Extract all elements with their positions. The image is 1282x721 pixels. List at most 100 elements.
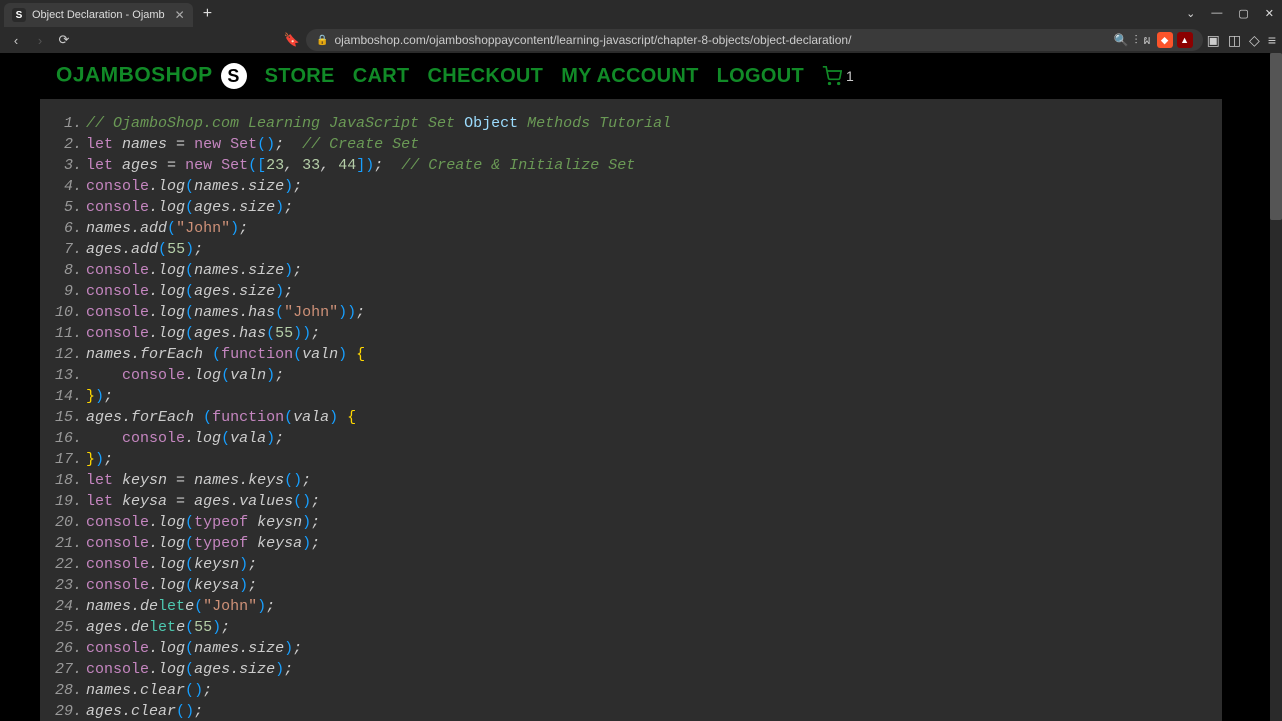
code-line: 1.// OjamboShop.com Learning JavaScript … [48,113,1214,134]
cart-widget[interactable]: 1 [822,66,854,86]
line-content: ages.forEach (function(vala) { [86,407,1214,428]
line-number: 22. [48,554,86,575]
browser-titlebar: S Object Declaration - Ojamb ✕ + ⌄ — ▢ ✕ [0,0,1282,27]
extension-triangle-icon[interactable]: ▲ [1177,32,1193,48]
line-number: 12. [48,344,86,365]
line-content: console.log(vala); [86,428,1214,449]
code-line: 17.}); [48,449,1214,470]
share-icon[interactable]: ⫶ [1135,33,1138,48]
line-number: 24. [48,596,86,617]
cart-count: 1 [846,68,854,84]
code-line: 5.console.log(ages.size); [48,197,1214,218]
line-number: 6. [48,218,86,239]
line-content: names.clear(); [86,680,1214,701]
brave-shield-icon[interactable]: ◆ [1157,32,1173,48]
line-number: 9. [48,281,86,302]
code-line: 22.console.log(keysn); [48,554,1214,575]
code-line: 13. console.log(valn); [48,365,1214,386]
back-button[interactable]: ‹ [6,30,26,50]
line-content: console.log(typeof keysn); [86,512,1214,533]
code-line: 21.console.log(typeof keysa); [48,533,1214,554]
page-scrollbar[interactable] [1270,53,1282,721]
rss-icon[interactable]: ผ [1144,31,1151,50]
code-line: 11.console.log(ages.has(55)); [48,323,1214,344]
code-line: 15.ages.forEach (function(vala) { [48,407,1214,428]
forward-button[interactable]: › [30,30,50,50]
line-content: names.forEach (function(valn) { [86,344,1214,365]
line-number: 17. [48,449,86,470]
reward-icon[interactable]: ◇ [1249,32,1260,49]
wallet-icon[interactable]: ◫ [1228,32,1241,49]
line-content: console.log(names.size); [86,260,1214,281]
bookmark-icon[interactable]: 🔖 [282,30,302,50]
address-bar[interactable]: 🔒 ojamboshop.com/ojamboshoppaycontent/le… [306,29,1203,51]
line-number: 11. [48,323,86,344]
code-line: 2.let names = new Set(); // Create Set [48,134,1214,155]
line-number: 18. [48,470,86,491]
scrollbar-thumb[interactable] [1270,53,1282,220]
line-content: ages.delete(55); [86,617,1214,638]
line-number: 23. [48,575,86,596]
line-number: 20. [48,512,86,533]
line-content: // OjamboShop.com Learning JavaScript Se… [86,113,1214,134]
extension-icons: ◆ ▲ [1157,32,1193,48]
tab-title: Object Declaration - Ojamb [32,9,165,21]
reload-button[interactable]: ⟳ [54,30,74,50]
line-content: console.log(names.has("John")); [86,302,1214,323]
line-content: console.log(ages.has(55)); [86,323,1214,344]
code-line: 3.let ages = new Set([23, 33, 44]); // C… [48,155,1214,176]
code-line: 10.console.log(names.has("John")); [48,302,1214,323]
line-number: 2. [48,134,86,155]
line-content: console.log(names.size); [86,638,1214,659]
line-content: ages.add(55); [86,239,1214,260]
close-icon[interactable]: ✕ [175,8,185,22]
line-content: console.log(valn); [86,365,1214,386]
nav-my-account[interactable]: MY ACCOUNT [561,65,698,88]
line-number: 5. [48,197,86,218]
line-number: 10. [48,302,86,323]
line-number: 28. [48,680,86,701]
chevron-down-icon[interactable]: ⌄ [1182,5,1199,22]
close-window-button[interactable]: ✕ [1261,5,1278,22]
line-number: 21. [48,533,86,554]
nav-store[interactable]: STORE [265,65,335,88]
line-number: 8. [48,260,86,281]
window-controls: ⌄ — ▢ ✕ [1182,5,1278,22]
nav-logout[interactable]: LOGOUT [717,65,804,88]
code-line: 14.}); [48,386,1214,407]
line-content: names.delete("John"); [86,596,1214,617]
code-line: 25.ages.delete(55); [48,617,1214,638]
nav-cart[interactable]: CART [353,65,410,88]
line-content: console.log(ages.size); [86,659,1214,680]
brand-name[interactable]: OJAMBOSHOP S [56,63,247,89]
line-content: let ages = new Set([23, 33, 44]); // Cre… [86,155,1214,176]
line-number: 3. [48,155,86,176]
line-content: console.log(keysa); [86,575,1214,596]
toolbar-right: ▣ ◫ ◇ ≡ [1207,32,1276,49]
line-number: 29. [48,701,86,721]
brand-text: OJAMBOSHOP [56,64,212,87]
browser-tab[interactable]: S Object Declaration - Ojamb ✕ [4,3,193,27]
sidepanel-icon[interactable]: ▣ [1207,32,1220,49]
code-block: 1.// OjamboShop.com Learning JavaScript … [40,99,1222,721]
brand-logo: S [221,63,247,89]
code-line: 29.ages.clear(); [48,701,1214,721]
nav-checkout[interactable]: CHECKOUT [427,65,543,88]
line-number: 4. [48,176,86,197]
cart-icon [822,66,842,86]
maximize-button[interactable]: ▢ [1234,5,1252,22]
line-content: let names = new Set(); // Create Set [86,134,1214,155]
line-number: 27. [48,659,86,680]
code-line: 19.let keysa = ages.values(); [48,491,1214,512]
line-number: 26. [48,638,86,659]
site-info-icon[interactable]: 🔒 [316,35,328,46]
zoom-icon[interactable]: 🔍 [1114,33,1129,47]
code-line: 24.names.delete("John"); [48,596,1214,617]
line-number: 16. [48,428,86,449]
code-line: 8.console.log(names.size); [48,260,1214,281]
menu-icon[interactable]: ≡ [1268,32,1276,49]
minimize-button[interactable]: — [1207,5,1226,22]
tab-favicon: S [12,8,26,22]
line-content: console.log(keysn); [86,554,1214,575]
new-tab-button[interactable]: + [203,5,212,23]
